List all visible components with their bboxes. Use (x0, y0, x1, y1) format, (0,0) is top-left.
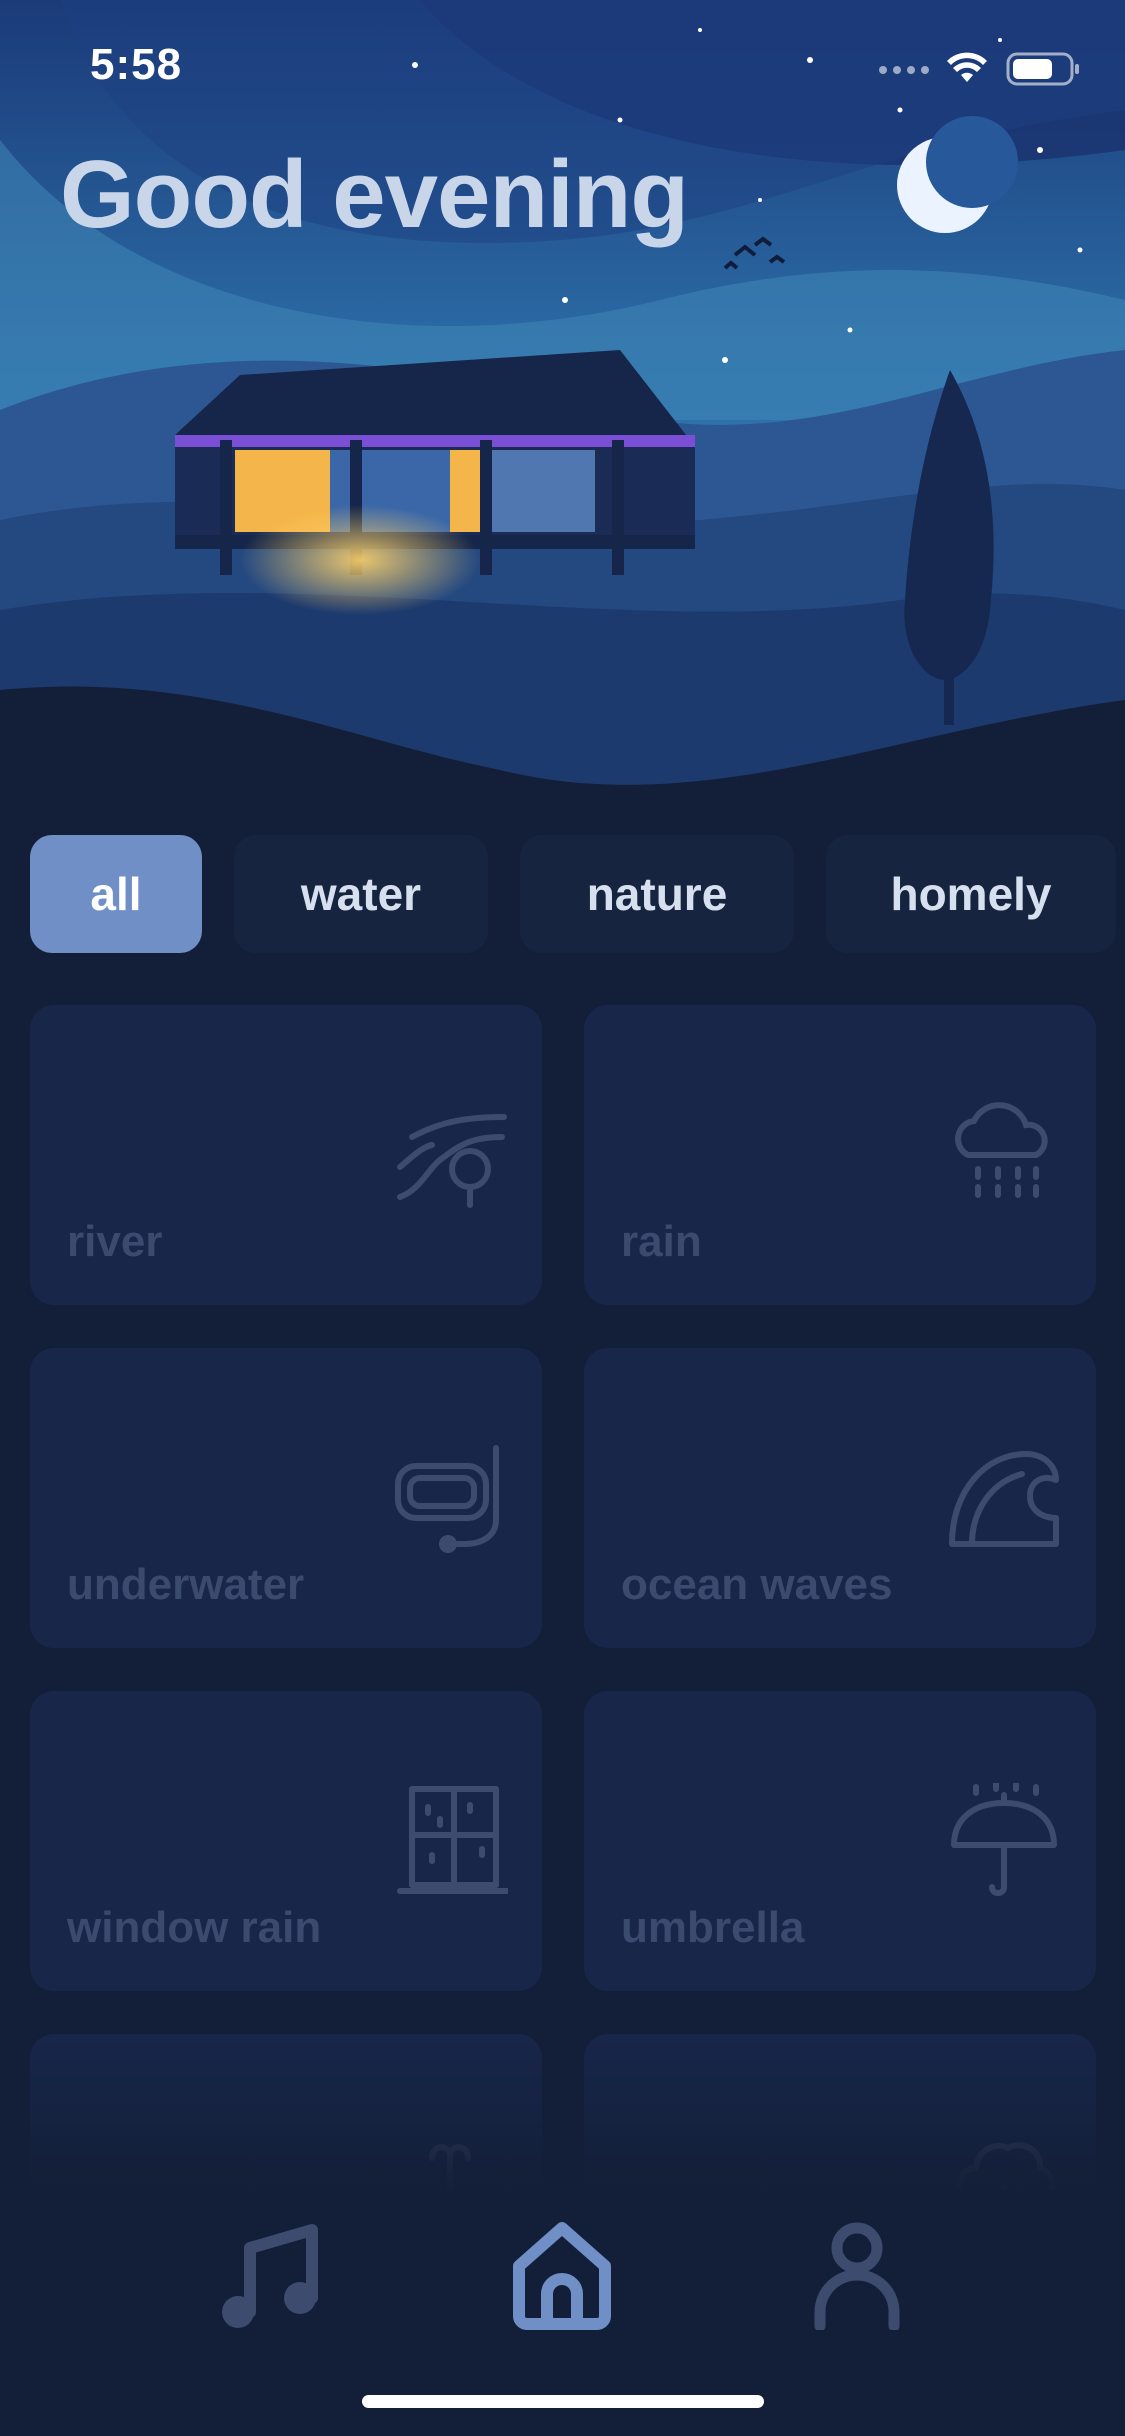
home-icon (513, 2222, 611, 2330)
sound-card-ocean-waves[interactable]: ocean waves (584, 1348, 1096, 1648)
status-time: 5:58 (90, 40, 183, 89)
sound-card-label: ocean waves (621, 1560, 893, 1609)
sound-card-label: window rain (67, 1903, 322, 1952)
sound-card-river[interactable]: river (30, 1005, 542, 1305)
filter-chips: all water nature homely (30, 835, 1125, 953)
tab-music[interactable] (216, 2220, 326, 2330)
tab-profile[interactable] (802, 2220, 912, 2332)
chip-all[interactable]: all (30, 835, 202, 953)
chip-nature[interactable]: nature (520, 835, 794, 953)
sound-card-window-rain[interactable]: window rain (30, 1691, 542, 1991)
rain-cloud-icon (946, 1097, 1062, 1213)
greeting-title: Good evening (60, 141, 689, 248)
snorkel-mask-icon (392, 1440, 508, 1556)
umbrella-icon (946, 1780, 1062, 1899)
status-bar: 5:58 (0, 0, 1125, 130)
user-icon (814, 2222, 900, 2332)
tab-home[interactable] (507, 2220, 617, 2330)
river-icon (392, 1097, 508, 1213)
chip-homely[interactable]: homely (826, 835, 1116, 953)
sound-card-umbrella[interactable]: umbrella (584, 1691, 1096, 1991)
sound-card-label: river (67, 1217, 163, 1266)
sound-card-label: umbrella (621, 1903, 805, 1952)
sound-card-rain[interactable]: rain (584, 1005, 1096, 1305)
home-indicator (362, 2395, 764, 2408)
chip-water[interactable]: water (234, 835, 488, 953)
wave-icon (946, 1440, 1062, 1556)
status-icons (875, 48, 1085, 88)
cellular-signal-icon (879, 66, 929, 74)
window-icon (392, 1783, 511, 1899)
battery-icon (1006, 52, 1079, 86)
music-note-icon (222, 2224, 318, 2328)
sound-card-label: underwater (67, 1560, 305, 1609)
sound-card-label: rain (621, 1217, 702, 1266)
wifi-icon (947, 52, 987, 82)
sound-card-underwater[interactable]: underwater (30, 1348, 542, 1648)
